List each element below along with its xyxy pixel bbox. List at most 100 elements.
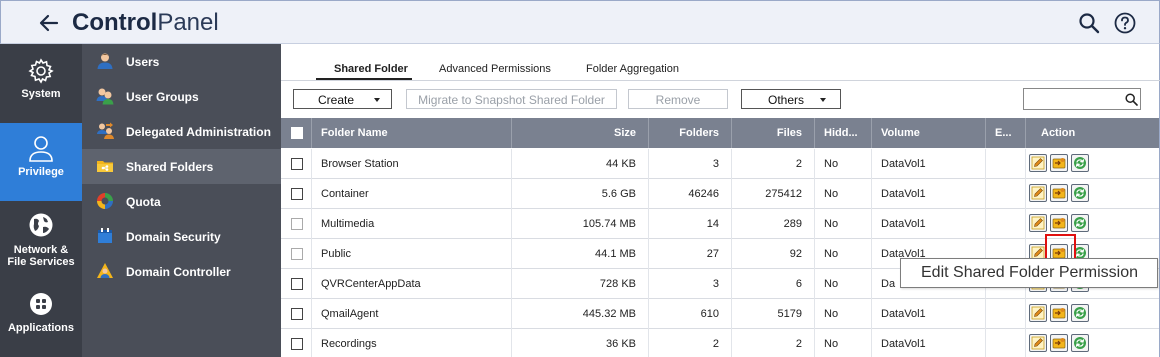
app-title-bold: Control (72, 9, 158, 36)
row-checkbox[interactable] (291, 158, 303, 170)
table-row[interactable]: Browser Station 44 KB 3 2 No DataVol1 (281, 149, 1159, 179)
row-checkbox[interactable] (291, 218, 303, 230)
table-row[interactable]: Multimedia 105.74 MB 14 289 No DataVol1 (281, 209, 1159, 239)
table-row[interactable]: Recordings 36 KB 2 2 No DataVol1 (281, 329, 1159, 357)
domain-security-icon (98, 228, 112, 243)
cell-folder-name[interactable]: Recordings (312, 329, 512, 357)
cell-size: 44 KB (512, 149, 649, 179)
submenu-item-domain-controller[interactable]: Domain Controller (82, 254, 281, 289)
cell-files: 2 (732, 149, 815, 179)
submenu-item-shared-folders[interactable]: Shared Folders (82, 149, 281, 184)
cell-folder-name[interactable]: QVRCenterAppData (312, 269, 512, 299)
search-icon[interactable] (1125, 93, 1138, 106)
edit-permission-icon[interactable] (1050, 304, 1068, 322)
cell-files: 2 (732, 329, 815, 357)
header-checkbox-cell (281, 118, 312, 148)
row-checkbox[interactable] (291, 338, 303, 350)
row-checkbox[interactable] (291, 248, 303, 260)
column-header-size[interactable]: Size (512, 118, 649, 148)
search-field[interactable] (1023, 88, 1141, 110)
edit-properties-icon[interactable] (1029, 214, 1047, 232)
select-all-checkbox[interactable] (291, 127, 303, 139)
column-header-files[interactable]: Files (732, 118, 815, 148)
edit-permission-icon[interactable] (1050, 154, 1068, 172)
edit-properties-icon[interactable] (1029, 304, 1047, 322)
cell-folder-name[interactable]: QmailAgent (312, 299, 512, 329)
globe-icon (29, 213, 53, 237)
edit-properties-icon[interactable] (1029, 334, 1047, 352)
tab-folder-aggregation[interactable]: Folder Aggregation (586, 63, 679, 75)
submenu-item-user-groups[interactable]: User Groups (82, 79, 281, 114)
cell-folder-name[interactable]: Public (312, 239, 512, 269)
remove-button-label: Remove (655, 93, 701, 107)
cell-volume: DataVol1 (872, 149, 986, 179)
cell-encryption (986, 209, 1026, 239)
edit-permission-icon[interactable] (1050, 214, 1068, 232)
submenu-item-delegated-administration[interactable]: Delegated Administration (82, 114, 281, 149)
row-checkbox[interactable] (291, 188, 303, 200)
edit-properties-icon[interactable] (1029, 154, 1047, 172)
nav-privilege[interactable]: Privilege (0, 123, 82, 201)
cell-size: 728 KB (512, 269, 649, 299)
cell-folders: 2 (649, 329, 732, 357)
submenu-item-domain-security[interactable]: Domain Security (82, 219, 281, 254)
column-header-folder-name[interactable]: Folder Name (312, 118, 512, 148)
cell-hidden: No (815, 329, 872, 357)
cell-encryption (986, 299, 1026, 329)
tab-advanced-permissions[interactable]: Advanced Permissions (439, 63, 551, 75)
search-input[interactable] (1026, 91, 1116, 107)
column-header-volume[interactable]: Volume (872, 118, 986, 148)
cell-folder-name[interactable]: Browser Station (312, 149, 512, 179)
apps-grid-icon (30, 293, 52, 315)
column-header-encryption[interactable]: E... (986, 118, 1026, 148)
create-button-label: Create (317, 93, 355, 107)
cell-hidden: No (815, 179, 872, 209)
row-checkbox[interactable] (291, 308, 303, 320)
column-header-hidden[interactable]: Hidd... (815, 118, 872, 148)
submenu-item-label: Domain Security (126, 230, 221, 244)
row-checkbox[interactable] (291, 278, 303, 290)
edit-permission-icon[interactable] (1050, 334, 1068, 352)
table-row[interactable]: QmailAgent 445.32 MB 610 5179 No DataVol1 (281, 299, 1159, 329)
refresh-icon[interactable] (1071, 304, 1089, 322)
nav-network-file-services[interactable]: Network & File Services (0, 202, 82, 280)
edit-properties-icon[interactable] (1029, 184, 1047, 202)
cell-hidden: No (815, 209, 872, 239)
migrate-snapshot-button[interactable]: Migrate to Snapshot Shared Folder (406, 89, 617, 109)
remove-button[interactable]: Remove (628, 89, 728, 109)
cell-folder-name[interactable]: Container (312, 179, 512, 209)
row-checkbox-cell (281, 299, 312, 329)
edit-permission-icon[interactable] (1050, 184, 1068, 202)
cell-hidden: No (815, 269, 872, 299)
cell-action (1026, 329, 1159, 357)
nav-system[interactable]: System (0, 44, 82, 122)
cell-folder-name[interactable]: Multimedia (312, 209, 512, 239)
nav-network-label-line1: Network & (13, 244, 69, 256)
user-group-icon (96, 88, 114, 105)
search-icon[interactable] (1078, 12, 1100, 34)
others-button-label: Others (767, 93, 804, 107)
refresh-icon[interactable] (1071, 334, 1089, 352)
table-row[interactable]: Container 5.6 GB 46246 275412 No DataVol1 (281, 179, 1159, 209)
main-panel: Shared Folder Advanced Permissions Folde… (281, 44, 1160, 357)
submenu-item-label: Shared Folders (126, 160, 214, 174)
others-button[interactable]: Others (741, 89, 841, 109)
tab-shared-folder[interactable]: Shared Folder (334, 63, 408, 75)
domain-controller-icon (97, 263, 113, 278)
back-arrow-icon[interactable] (37, 11, 61, 35)
refresh-icon[interactable] (1071, 214, 1089, 232)
nav-applications[interactable]: Applications (0, 281, 82, 357)
column-header-folders[interactable]: Folders (649, 118, 732, 148)
refresh-icon[interactable] (1071, 184, 1089, 202)
cell-files: 275412 (732, 179, 815, 209)
user-icon (97, 53, 113, 69)
cell-files: 92 (732, 239, 815, 269)
cell-folders: 610 (649, 299, 732, 329)
create-button[interactable]: Create (293, 89, 392, 109)
submenu-item-quota[interactable]: Quota (82, 184, 281, 219)
cell-volume: DataVol1 (872, 329, 986, 357)
refresh-icon[interactable] (1071, 154, 1089, 172)
submenu-item-users[interactable]: Users (82, 44, 281, 79)
help-icon[interactable] (1114, 12, 1136, 34)
tooltip: Edit Shared Folder Permission (900, 258, 1158, 288)
